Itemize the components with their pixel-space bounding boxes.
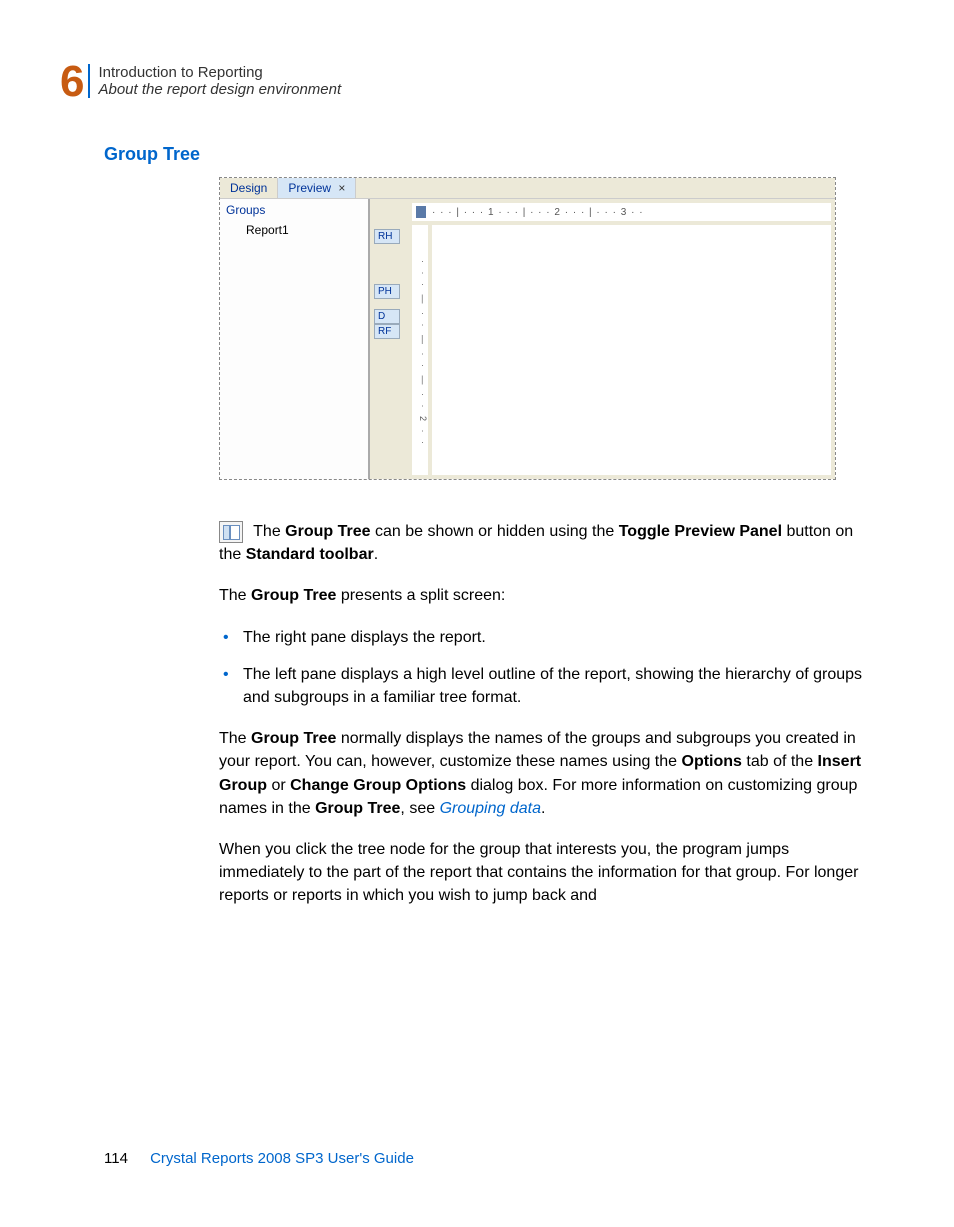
- section-ph[interactable]: PH: [374, 284, 400, 299]
- text-bold: Group Tree: [251, 730, 336, 747]
- section-d[interactable]: D: [374, 309, 400, 324]
- text-run: The: [219, 587, 251, 604]
- section-heading: Group Tree: [104, 144, 874, 165]
- link-grouping-data[interactable]: Grouping data: [440, 800, 541, 817]
- paragraph-4: When you click the tree node for the gro…: [219, 838, 874, 908]
- group-tree-panel: Groups Report1: [220, 199, 370, 479]
- ruler-h-ticks: · · · | · · · 1 · · · | · · · 2 · · · | …: [432, 207, 644, 218]
- text-run: .: [541, 800, 545, 817]
- text-bold: Group Tree: [315, 800, 400, 817]
- page-number: 114: [104, 1150, 128, 1167]
- text-run: The: [249, 523, 285, 540]
- text-bold: Group Tree: [285, 523, 370, 540]
- text-run: or: [267, 777, 290, 794]
- text-bold: Group Tree: [251, 587, 336, 604]
- page-header: 6 Introduction to Reporting About the re…: [60, 60, 874, 104]
- text-run: .: [374, 546, 378, 563]
- bullet-list: The right pane displays the report. The …: [219, 626, 874, 710]
- tab-preview[interactable]: Preview ×: [278, 178, 356, 198]
- paragraph-2: The Group Tree presents a split screen:: [219, 584, 874, 607]
- section-labels-column: RH PH D RF: [374, 225, 408, 475]
- paragraph-1: The Group Tree can be shown or hidden us…: [219, 520, 874, 566]
- horizontal-ruler: · · · | · · · 1 · · · | · · · 2 · · · | …: [412, 203, 831, 221]
- text-bold: Options: [682, 753, 742, 770]
- groups-header: Groups: [220, 199, 368, 221]
- report-canvas: [432, 225, 831, 475]
- text-run: The: [219, 730, 251, 747]
- group-tree-item[interactable]: Report1: [220, 221, 368, 239]
- page-footer: 114 Crystal Reports 2008 SP3 User's Guid…: [104, 1150, 414, 1167]
- section-rh[interactable]: RH: [374, 229, 400, 244]
- vertical-ruler: · · · — · · — · · — · · 2 · ·: [412, 225, 428, 475]
- text-run: tab of the: [742, 753, 818, 770]
- text-bold: Standard toolbar: [246, 546, 374, 563]
- header-subtitle: About the report design environment: [98, 81, 341, 98]
- chapter-number: 6: [60, 60, 84, 104]
- book-title: Crystal Reports 2008 SP3 User's Guide: [150, 1150, 414, 1167]
- text-run: can be shown or hidden using the: [371, 523, 619, 540]
- tab-preview-label: Preview: [288, 181, 331, 195]
- ruler-origin-marker: [416, 206, 426, 218]
- tab-design[interactable]: Design: [220, 178, 278, 198]
- close-icon[interactable]: ×: [338, 181, 345, 195]
- preview-screenshot: Design Preview × Groups Report1 · · · | …: [219, 177, 836, 480]
- text-bold: Change Group Options: [290, 777, 466, 794]
- list-item: The right pane displays the report.: [219, 626, 874, 649]
- section-rf[interactable]: RF: [374, 324, 400, 339]
- text-run: presents a split screen:: [336, 587, 505, 604]
- report-preview-area: · · · | · · · 1 · · · | · · · 2 · · · | …: [370, 199, 835, 479]
- toggle-preview-panel-icon: [219, 521, 243, 543]
- header-text-block: Introduction to Reporting About the repo…: [88, 64, 341, 98]
- text-bold: Toggle Preview Panel: [619, 523, 782, 540]
- header-title: Introduction to Reporting: [98, 64, 341, 81]
- view-tabs: Design Preview ×: [220, 178, 835, 199]
- list-item: The left pane displays a high level outl…: [219, 663, 874, 709]
- text-run: , see: [400, 800, 439, 817]
- paragraph-3: The Group Tree normally displays the nam…: [219, 727, 874, 820]
